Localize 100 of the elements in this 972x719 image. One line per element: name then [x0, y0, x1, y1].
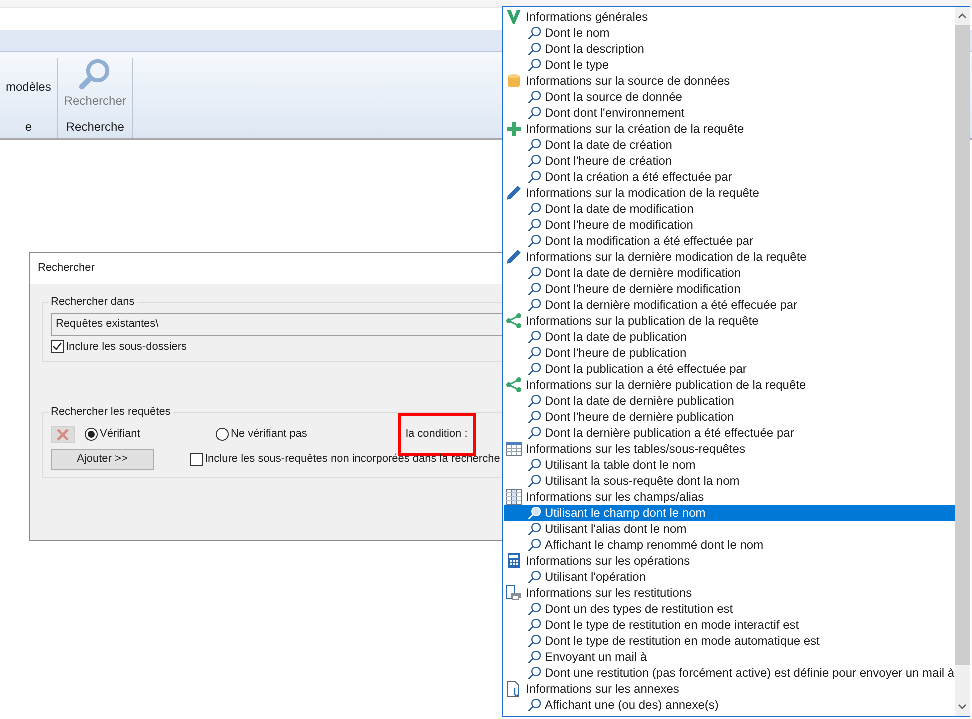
option-item[interactable]: Dont la dernière modification a été effecuée par	[504, 297, 955, 313]
option-item[interactable]: Dont la description	[504, 41, 955, 57]
category-item: Informations sur les annexes	[504, 681, 955, 697]
add-button[interactable]: Ajouter >>	[51, 448, 154, 470]
radio-label: Ne vérifiant pas	[231, 427, 308, 442]
search-icon	[528, 42, 542, 56]
option-item[interactable]: Dont le type de restitution en mode interactif est	[504, 617, 955, 633]
option-item[interactable]: Utilisant la sous-requête dont la nom	[504, 473, 955, 489]
option-item[interactable]: Dont l'heure de dernière modification	[504, 281, 955, 297]
search-icon	[528, 202, 542, 216]
option-item[interactable]: Utilisant l'opération	[504, 569, 955, 585]
option-item[interactable]: Dont le type	[504, 57, 955, 73]
category-item: Informations sur les restitutions	[504, 585, 955, 601]
option-item[interactable]: Utilisant le champ dont le nom	[504, 505, 955, 521]
search-icon	[528, 426, 542, 440]
group-legend: Rechercher les requêtes	[49, 404, 173, 420]
share-icon	[506, 377, 522, 393]
search-icon	[528, 362, 542, 376]
checkmark-icon	[506, 9, 522, 25]
option-item[interactable]: Envoyant un mail à	[504, 649, 955, 665]
radio-button[interactable]	[85, 428, 98, 441]
search-icon	[528, 410, 542, 424]
category-item: Informations sur les champs/alias	[504, 489, 955, 505]
search-icon	[528, 458, 542, 472]
category-item: Informations sur la création de la requête	[504, 121, 955, 137]
search-icon	[528, 90, 542, 104]
printer-icon	[506, 585, 522, 601]
search-icon	[528, 234, 542, 248]
category-item: Informations sur les tables/sous-requêtes	[504, 441, 955, 457]
group-legend: Rechercher dans	[49, 294, 137, 310]
search-icon	[528, 570, 542, 584]
checkbox-label: Inclure les sous-dossiers	[66, 340, 188, 354]
search-icon	[528, 58, 542, 72]
scroll-down-icon[interactable]	[958, 704, 967, 710]
option-item[interactable]: Affichant le champ renommé dont le nom	[504, 537, 955, 553]
ribbon-group-label: e	[25, 119, 32, 136]
search-icon	[528, 266, 542, 280]
search-icon	[528, 154, 542, 168]
category-item: Informations sur la dernière modication de la requête	[504, 249, 955, 265]
search-icon	[528, 282, 542, 296]
option-item[interactable]: Dont l'heure de publication	[504, 345, 955, 361]
category-item: Informations sur la modication de la requête	[504, 185, 955, 201]
option-item[interactable]: Utilisant la table dont le nom	[504, 457, 955, 473]
search-icon	[528, 346, 542, 360]
option-item[interactable]: Dont la dernière publication a été effectuée par	[504, 425, 955, 441]
option-item[interactable]: Dont la date de modification	[504, 201, 955, 217]
option-item[interactable]: Dont un des types de restitution est	[504, 601, 955, 617]
search-icon	[528, 506, 542, 520]
option-item[interactable]: Dont une restitution (pas forcément active) est définie pour envoyer un mail à	[504, 665, 955, 681]
option-item[interactable]: Dont la publication a été effectuée par	[504, 361, 955, 377]
option-item[interactable]: Dont dont l'environnement	[504, 105, 955, 121]
condition-label: la condition :	[398, 413, 476, 456]
search-icon	[528, 634, 542, 648]
checkbox[interactable]	[51, 340, 64, 354]
category-item: Informations sur les opérations	[504, 553, 955, 569]
scroll-up-icon[interactable]	[958, 13, 967, 19]
option-item[interactable]: Dont la date de dernière publication	[504, 393, 955, 409]
database-icon	[506, 73, 522, 89]
option-item[interactable]: Dont la création a été effectuée par	[504, 169, 955, 185]
ribbon-group-label: Recherche	[66, 119, 124, 136]
search-icon	[528, 218, 542, 232]
search-icon	[528, 698, 542, 712]
option-item[interactable]: Dont l'heure de création	[504, 153, 955, 169]
share-icon	[506, 313, 522, 329]
close-icon	[57, 428, 69, 440]
search-icon	[528, 330, 542, 344]
search-icon	[528, 106, 542, 120]
search-icon	[79, 58, 112, 90]
category-item: Informations sur la source de données	[504, 73, 955, 89]
option-item[interactable]: Dont l'heure de modification	[504, 217, 955, 233]
search-icon	[528, 298, 542, 312]
search-icon	[528, 170, 542, 184]
table-icon	[506, 441, 522, 457]
search-icon	[528, 394, 542, 408]
search-icon	[528, 138, 542, 152]
option-item[interactable]: Dont la source de donnée	[504, 89, 955, 105]
search-icon	[528, 26, 542, 40]
category-item: Informations sur la dernière publication de la requête	[504, 377, 955, 393]
plus-icon	[506, 121, 522, 137]
search-icon	[528, 666, 542, 680]
search-icon	[528, 522, 542, 536]
search-icon	[528, 650, 542, 664]
radio-button[interactable]	[216, 428, 229, 441]
option-item[interactable]: Dont le type de restitution en mode automatique est	[504, 633, 955, 649]
ribbon-button[interactable]: modèles	[6, 78, 52, 96]
search-icon	[528, 618, 542, 632]
search-icon	[528, 602, 542, 616]
option-item[interactable]: Dont la date de création	[504, 137, 955, 153]
option-item[interactable]: Dont la modification a été effectuée par	[504, 233, 955, 249]
option-item[interactable]: Dont l'heure de dernière publication	[504, 409, 955, 425]
option-item[interactable]: Affichant une (ou des) annexe(s)	[504, 697, 955, 713]
category-item: Informations générales	[504, 9, 955, 25]
columns-icon	[506, 489, 522, 505]
option-item[interactable]: Dont le nom	[504, 25, 955, 41]
search-icon	[528, 538, 542, 552]
checkbox[interactable]	[190, 452, 203, 466]
option-item[interactable]: Dont la date de dernière modification	[504, 265, 955, 281]
option-item[interactable]: Utilisant l'alias dont le nom	[504, 521, 955, 537]
radio-label: Vérifiant	[100, 427, 140, 442]
search-icon	[528, 474, 542, 488]
